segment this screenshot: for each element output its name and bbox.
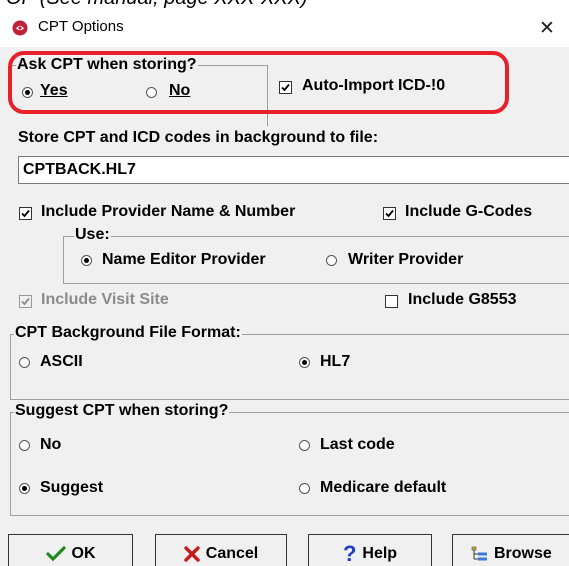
radio-selected-icon [19, 483, 30, 494]
help-question-icon: ? [342, 541, 357, 566]
suggest-suggest-label: Suggest [40, 479, 104, 496]
browse-label: Browse [494, 545, 552, 562]
app-icon [12, 20, 28, 36]
cpt-options-dialog: CPT Options ✕ Ask CPT when storing? Yes … [0, 10, 569, 566]
title-bar: CPT Options ✕ [0, 10, 569, 47]
cancel-label: Cancel [205, 545, 259, 562]
suggest-medicare-label: Medicare default [320, 479, 447, 496]
include-provider-label: Include Provider Name & Number [41, 203, 296, 220]
format-hl7-label: HL7 [320, 353, 351, 370]
include-gcodes-label: Include G-Codes [405, 203, 533, 220]
ask-cpt-no-label: No [169, 82, 191, 99]
radio-unselected-icon [299, 440, 310, 451]
suggest-group [10, 412, 569, 516]
browse-button[interactable]: Browse [452, 534, 569, 566]
use-label: Use: [74, 225, 111, 245]
include-visit-site-label: Include Visit Site [41, 291, 169, 308]
background-filename-input[interactable] [19, 157, 569, 183]
help-label: Help [362, 545, 398, 562]
tree-browse-icon [471, 546, 488, 562]
name-editor-provider-label: Name Editor Provider [102, 251, 266, 268]
close-button[interactable]: ✕ [525, 10, 569, 47]
include-g8553-label: Include G8553 [408, 291, 517, 308]
format-ascii-label: ASCII [40, 353, 83, 370]
green-check-icon [45, 546, 66, 562]
file-format-label: CPT Background File Format: [14, 323, 242, 343]
auto-import-label: Auto-Import ICD-!0 [302, 77, 446, 94]
checkbox-empty-icon [385, 295, 398, 308]
suggest-label: Suggest CPT when storing? [14, 401, 230, 421]
ask-cpt-label: Ask CPT when storing? [16, 55, 198, 75]
caption-text: OP (See manual, page XXX-XXX) [6, 0, 308, 10]
cancel-button[interactable]: Cancel [155, 534, 287, 566]
radio-unselected-icon [19, 440, 30, 451]
close-icon: ✕ [539, 18, 555, 39]
radio-selected-icon [81, 255, 92, 266]
radio-selected-icon [299, 357, 310, 368]
radio-unselected-icon [146, 87, 157, 98]
ok-label: OK [71, 545, 96, 562]
window-title: CPT Options [38, 18, 124, 35]
background-store-label: Store CPT and ICD codes in background to… [18, 129, 379, 146]
suggest-last-code-label: Last code [320, 436, 395, 453]
checkmark-icon [19, 207, 32, 220]
suggest-no-label: No [40, 436, 62, 453]
checkmark-disabled-icon [19, 295, 32, 308]
help-button[interactable]: ? Help [308, 534, 432, 566]
red-x-icon [184, 546, 200, 562]
ask-cpt-yes-label: Yes [40, 82, 68, 99]
radio-unselected-icon [299, 483, 310, 494]
radio-selected-icon [22, 87, 33, 98]
background-filename-input-box[interactable] [18, 156, 569, 184]
file-format-group [10, 334, 569, 400]
checkmark-icon [383, 207, 396, 220]
radio-unselected-icon [326, 255, 337, 266]
writer-provider-label: Writer Provider [348, 251, 464, 268]
radio-unselected-icon [19, 357, 30, 368]
top-caption: OP (See manual, page XXX-XXX) [0, 0, 569, 10]
ok-button[interactable]: OK [8, 534, 133, 566]
checkmark-icon [279, 81, 292, 94]
